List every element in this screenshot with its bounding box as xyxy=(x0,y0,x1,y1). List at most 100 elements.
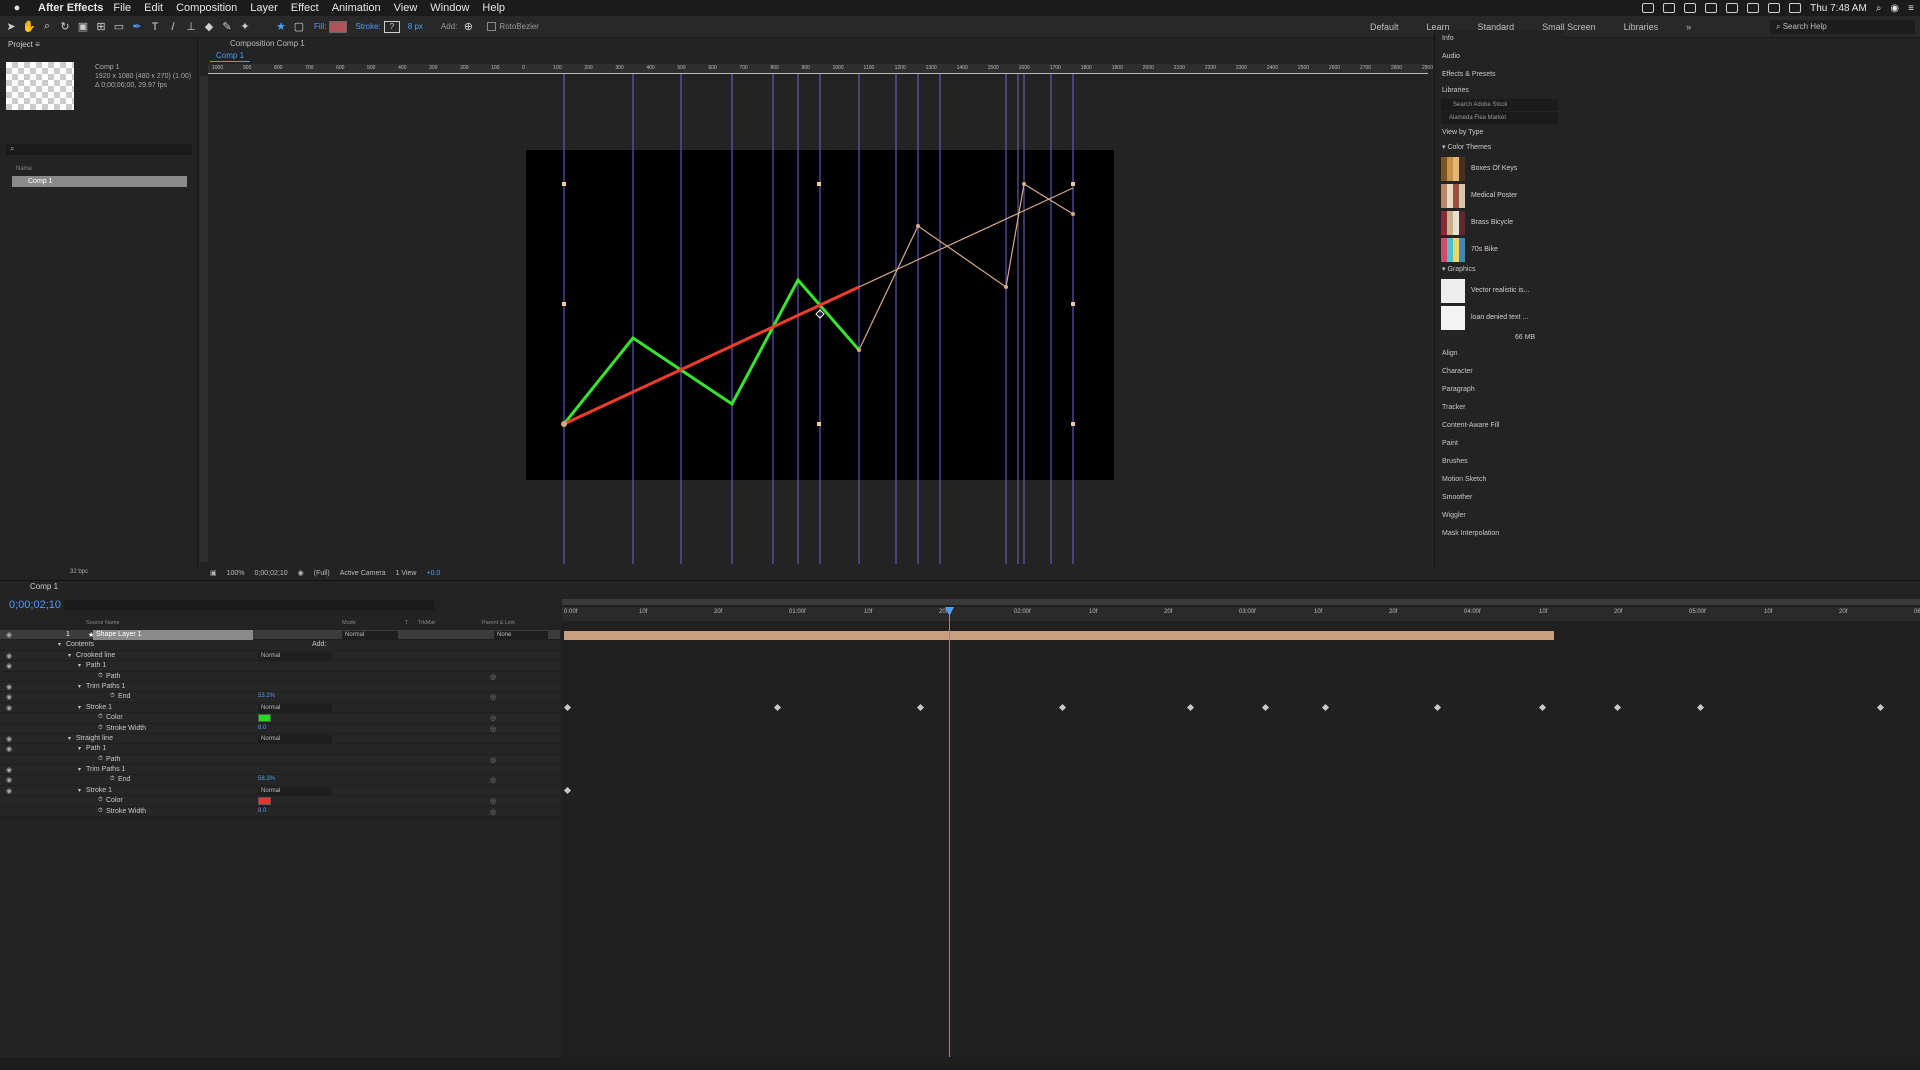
expression-pickwhip-icon[interactable]: ◎ xyxy=(490,673,496,681)
panel-content-aware-fill[interactable]: Content-Aware Fill xyxy=(1435,417,1564,435)
panel-align[interactable]: Align xyxy=(1435,345,1564,363)
composition-viewer[interactable] xyxy=(208,74,1434,564)
tab-comp-1[interactable]: Comp 1 xyxy=(210,50,251,62)
keyframe[interactable] xyxy=(1876,703,1884,711)
property-row[interactable]: ◉⏱Path◎ xyxy=(0,754,560,766)
keyframe[interactable] xyxy=(1613,703,1622,711)
panel-brushes[interactable]: Brushes xyxy=(1435,453,1564,471)
blend-mode-dropdown[interactable]: Normal xyxy=(258,786,332,795)
time-ruler[interactable]: 0:00f 10f 20f 01:00f 10f 20f 02:00f 10f 20f 03:00… xyxy=(562,607,1920,621)
eye-icon[interactable]: ◉ xyxy=(6,735,12,743)
expression-pickwhip-icon[interactable]: ◎ xyxy=(490,756,496,764)
col-t[interactable]: T xyxy=(405,620,408,626)
panel-tracker[interactable]: Tracker xyxy=(1435,399,1564,417)
puppet-tool-icon[interactable]: ✦ xyxy=(238,20,252,34)
clock[interactable]: Thu 7:48 AM xyxy=(1810,3,1867,14)
stopwatch-icon[interactable]: ⏱ xyxy=(98,808,103,815)
fill-swatch[interactable] xyxy=(329,20,348,33)
keyframe[interactable] xyxy=(1696,703,1704,711)
timeline-graph-area[interactable]: 0:00f 10f 20f 01:00f 10f 20f 02:00f 10f 20f 03:00… xyxy=(562,599,1920,1070)
expression-pickwhip-icon[interactable]: ◎ xyxy=(490,797,496,805)
property-value[interactable]: 8.0 xyxy=(258,725,266,731)
composition-panel-title[interactable]: Composition Comp 1 xyxy=(200,38,1432,50)
eye-icon[interactable]: ◉ xyxy=(6,662,12,670)
battery-icon[interactable] xyxy=(1789,3,1802,13)
property-value[interactable]: 53.2% xyxy=(258,693,275,699)
twirl-down-icon[interactable]: ▾ xyxy=(78,745,81,752)
property-row[interactable]: ◉▾ContentsAdd: xyxy=(0,640,560,651)
add-button[interactable]: Add: xyxy=(312,641,326,648)
property-row[interactable]: ◉ ▾ Straight line Normal xyxy=(0,733,560,745)
graphics-section[interactable]: ▾ Graphics xyxy=(1435,263,1564,277)
keyframe[interactable] xyxy=(1261,703,1269,711)
keyframe[interactable] xyxy=(1186,703,1194,711)
color-theme-item[interactable]: Brass Bicycle xyxy=(1435,209,1564,236)
property-row[interactable]: ◉ ⏱ End 58.3% ◎ xyxy=(0,775,560,786)
panel-paragraph[interactable]: Paragraph xyxy=(1435,381,1564,399)
layer-row[interactable]: ◉ 1 ★ Shape Layer 1 Normal None xyxy=(0,630,560,641)
layer-mode-dropdown[interactable]: Normal xyxy=(342,631,398,639)
spotlight-icon[interactable]: ⌕ xyxy=(1876,3,1882,14)
panel-audio[interactable]: Audio xyxy=(1435,48,1564,66)
workspace-libraries[interactable]: Libraries xyxy=(1624,22,1659,32)
panel-mask-interpolation[interactable]: Mask Interpolation xyxy=(1435,525,1564,543)
horizontal-ruler[interactable]: 1000 900 800 700 600 500 400 300 200 100 0 100 200 30… xyxy=(208,64,1433,74)
menu-composition[interactable]: Composition xyxy=(176,2,237,14)
eye-icon[interactable]: ◉ xyxy=(6,631,12,639)
stroke-width[interactable]: 8 px xyxy=(408,22,423,31)
zoom-tool-icon[interactable]: ⌕ xyxy=(40,20,54,34)
expression-pickwhip-icon[interactable]: ◎ xyxy=(490,808,496,816)
add-icon[interactable]: ⊕ xyxy=(461,20,475,34)
expression-pickwhip-icon[interactable]: ◎ xyxy=(490,714,496,722)
keyframe[interactable] xyxy=(563,703,572,711)
eye-icon[interactable]: ◉ xyxy=(6,766,12,774)
property-row[interactable]: ◉⏱Path◎ xyxy=(0,671,560,682)
status-icon[interactable] xyxy=(1684,3,1697,13)
property-row[interactable]: ◉ ▾ Trim Paths 1 xyxy=(0,765,560,776)
pan-behind-tool-icon[interactable]: ⊞ xyxy=(94,20,108,34)
clone-stamp-tool-icon[interactable]: ⊥ xyxy=(184,20,198,34)
property-row[interactable]: ◉ ▾ Stroke 1 Normal xyxy=(0,785,560,797)
notification-center-icon[interactable]: ≡ xyxy=(1908,3,1914,14)
exposure-value[interactable]: +0.0 xyxy=(426,570,440,577)
property-row[interactable]: ◉ ⏱ End 53.2% ◎ xyxy=(0,692,560,703)
panel-character[interactable]: Character xyxy=(1435,363,1564,381)
snapshot-icon[interactable]: ◉ xyxy=(298,569,304,577)
pen-tool-icon[interactable]: ✒ xyxy=(130,20,144,34)
search-help-input[interactable]: ⌕ Search Help xyxy=(1770,20,1915,34)
bpc-button[interactable]: 32 bpc xyxy=(70,569,88,575)
graphic-item[interactable]: loan denied text ... xyxy=(1435,304,1564,331)
keyframe[interactable] xyxy=(563,786,572,795)
panel-paint[interactable]: Paint xyxy=(1435,435,1564,453)
rotobezier-checkbox[interactable] xyxy=(487,22,497,31)
eraser-tool-icon[interactable]: ◆ xyxy=(202,20,216,34)
project-item-comp[interactable]: Comp 1 xyxy=(12,176,187,187)
eye-icon[interactable]: ◉ xyxy=(6,704,12,712)
color-theme-item[interactable]: 70s Bike xyxy=(1435,236,1564,263)
property-row[interactable]: ◉⏱Color◎ xyxy=(0,713,560,724)
siri-icon[interactable]: ◉ xyxy=(1890,3,1899,14)
twirl-down-icon[interactable]: ▾ xyxy=(78,787,81,794)
twirl-down-icon[interactable]: ▾ xyxy=(68,735,71,742)
stopwatch-icon[interactable]: ⏱ xyxy=(98,714,103,721)
property-row[interactable]: ◉ ▾ Path 1 xyxy=(0,744,560,755)
col-parent[interactable]: Parent & Link xyxy=(482,620,515,626)
color-swatch[interactable] xyxy=(258,714,271,723)
property-row[interactable]: ◉⏱Stroke Width8.0◎ xyxy=(0,806,560,818)
property-row[interactable]: ◉ ▾ Path 1 xyxy=(0,661,560,672)
menu-effect[interactable]: Effect xyxy=(291,2,319,14)
property-row[interactable]: ◉⏱Color◎ xyxy=(0,796,560,807)
work-area-bar[interactable] xyxy=(562,599,1920,605)
project-panel-title[interactable]: Project ≡ xyxy=(0,38,197,52)
stopwatch-icon[interactable]: ⏱ xyxy=(98,756,103,763)
panel-motion-sketch[interactable]: Motion Sketch xyxy=(1435,471,1564,489)
camera-dropdown[interactable]: Active Camera xyxy=(340,570,386,577)
blend-mode-dropdown[interactable]: Normal xyxy=(258,734,332,743)
pin-icon[interactable]: ★ xyxy=(274,20,288,34)
eye-icon[interactable]: ◉ xyxy=(6,787,12,795)
col-trkmat[interactable]: TrkMat xyxy=(418,620,435,626)
eye-icon[interactable]: ◉ xyxy=(6,745,12,753)
eye-icon[interactable]: ◉ xyxy=(6,652,12,660)
menu-help[interactable]: Help xyxy=(482,2,505,14)
brush-tool-icon[interactable]: / xyxy=(166,20,180,34)
